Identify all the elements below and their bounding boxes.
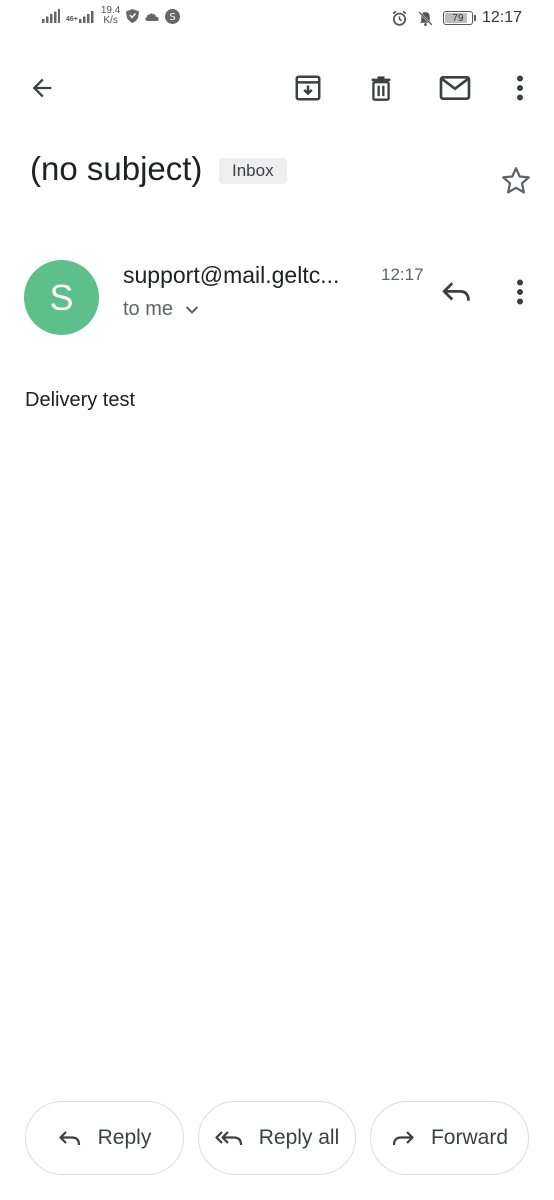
shield-icon: [126, 9, 140, 23]
battery-level: 79: [452, 12, 464, 24]
chevron-down-icon: [185, 305, 199, 314]
network-type-label: 46+: [66, 16, 78, 23]
svg-text:S: S: [170, 12, 176, 23]
status-bar: 46+ 19.4 K/s S 79 12:17: [0, 0, 554, 40]
forward-action-button[interactable]: Forward: [370, 1101, 529, 1175]
status-bar-left: 46+ 19.4 K/s S: [42, 6, 181, 26]
alarm-icon: [392, 10, 407, 26]
avatar[interactable]: S: [24, 260, 99, 335]
message-more-button[interactable]: [502, 270, 538, 314]
bottom-actions: Reply Reply all Forward: [0, 1101, 554, 1177]
archive-icon: [295, 75, 321, 101]
reply-all-action-label: Reply all: [258, 1126, 340, 1149]
reply-action-button[interactable]: Reply: [25, 1101, 184, 1175]
arrow-back-icon: [32, 78, 52, 98]
trash-icon: [371, 76, 391, 101]
reply-icon: [59, 1131, 80, 1146]
reply-all-action-button[interactable]: Reply all: [198, 1101, 356, 1175]
more-vert-icon: [517, 75, 523, 101]
signal-icon: [78, 11, 94, 23]
star-outline-icon: [502, 167, 530, 194]
status-bar-right: 79 12:17: [391, 9, 522, 27]
reply-all-icon: [215, 1131, 242, 1146]
app-notification-icon: S: [165, 8, 181, 24]
delete-button[interactable]: [361, 68, 401, 108]
network-speed-unit: K/s: [103, 15, 118, 26]
forward-icon: [392, 1131, 414, 1146]
mail-icon: [439, 76, 471, 100]
more-options-button[interactable]: [500, 68, 540, 108]
email-subject: (no subject): [30, 150, 203, 187]
mute-notifications-icon: [418, 10, 433, 26]
reply-icon: [442, 282, 470, 301]
email-body: Delivery test: [25, 389, 136, 411]
back-button[interactable]: [22, 68, 62, 108]
cloud-icon: [145, 13, 159, 21]
signal-icon: [42, 9, 60, 23]
label-chip-inbox[interactable]: Inbox: [219, 158, 287, 184]
top-toolbar: [0, 60, 554, 116]
forward-action-label: Forward: [430, 1126, 509, 1149]
avatar-letter: S: [49, 276, 74, 318]
sender-name[interactable]: support@mail.geltc...: [123, 262, 339, 289]
reply-action-label: Reply: [97, 1126, 152, 1149]
more-vert-icon: [517, 279, 523, 305]
recipient-label: to me: [123, 298, 174, 320]
message-header: S support@mail.geltc... 12:17 to me: [24, 258, 544, 338]
mark-unread-button[interactable]: [435, 68, 475, 108]
message-time: 12:17: [381, 265, 424, 284]
subject-row: (no subject) Inbox: [30, 150, 530, 200]
network-speed: 19.4 K/s: [101, 6, 120, 26]
reply-button[interactable]: [434, 270, 478, 314]
recipient-details-toggle[interactable]: to me: [123, 298, 199, 321]
status-bar-time: 12:17: [481, 9, 522, 26]
battery-icon: 79: [442, 11, 476, 25]
star-button[interactable]: [500, 165, 534, 199]
archive-button[interactable]: [288, 68, 328, 108]
